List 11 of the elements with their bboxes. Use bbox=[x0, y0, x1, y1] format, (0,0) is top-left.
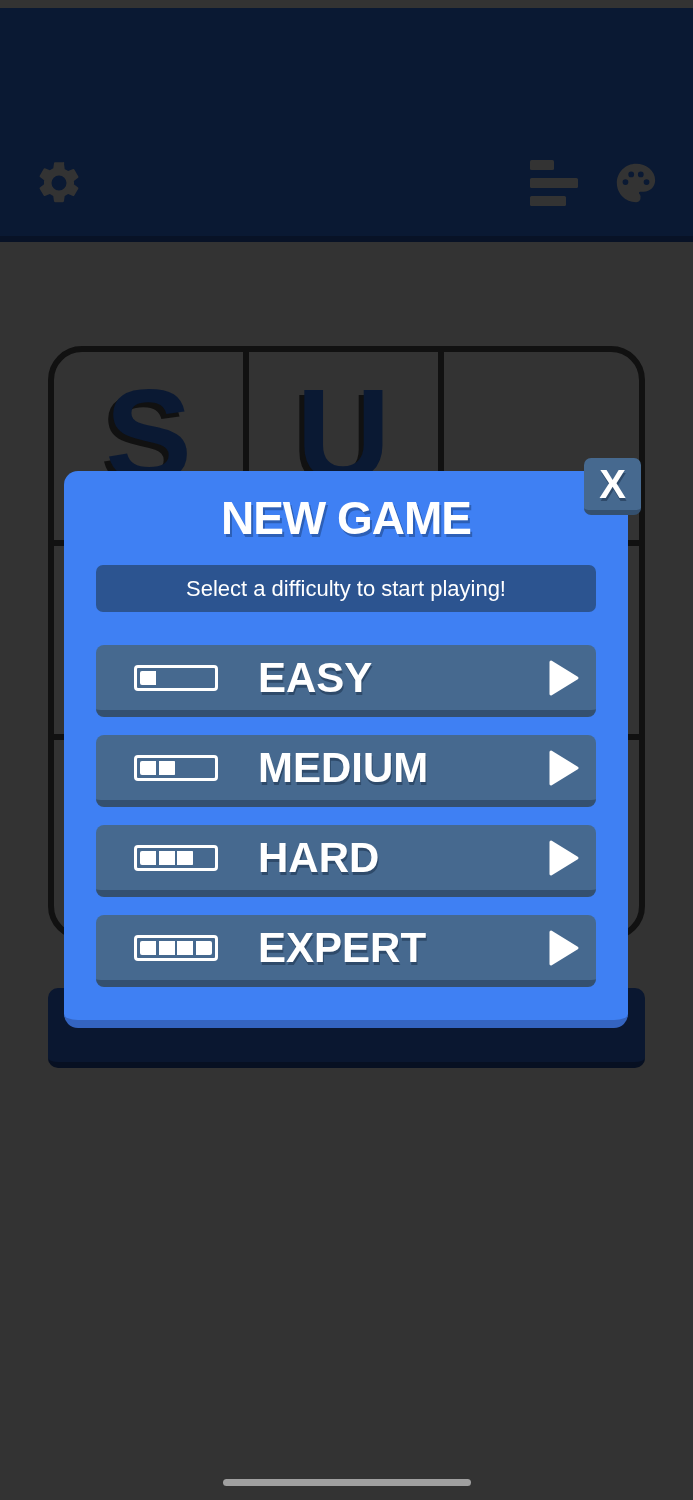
difficulty-button[interactable]: EASY bbox=[96, 645, 596, 717]
difficulty-button[interactable]: MEDIUM bbox=[96, 735, 596, 807]
play-icon bbox=[548, 748, 580, 787]
bar-chart-icon[interactable] bbox=[529, 158, 579, 208]
play-icon bbox=[548, 658, 580, 697]
difficulty-button[interactable]: HARD bbox=[96, 825, 596, 897]
dialog-subtitle: Select a difficulty to start playing! bbox=[96, 565, 596, 612]
close-button[interactable]: X bbox=[584, 458, 641, 515]
play-icon bbox=[548, 838, 580, 877]
difficulty-button[interactable]: EXPERT bbox=[96, 915, 596, 987]
play-icon bbox=[548, 928, 580, 967]
